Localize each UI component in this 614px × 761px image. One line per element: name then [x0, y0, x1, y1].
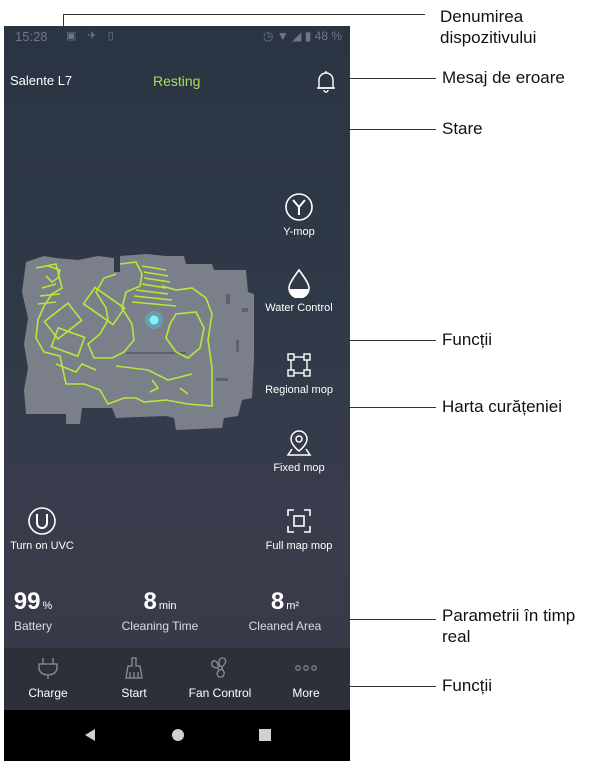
location-pin-icon — [286, 430, 312, 456]
bell-icon[interactable] — [315, 70, 337, 94]
callout-line — [348, 129, 436, 130]
bottom-action-bar: Charge Start Fan Control More — [4, 648, 350, 710]
home-icon[interactable] — [170, 727, 186, 743]
fan-control-label: Fan Control — [188, 686, 252, 700]
ymop-icon — [285, 193, 313, 221]
uvc-label: Turn on UVC — [10, 540, 74, 552]
status-time: 15:28 — [15, 29, 48, 44]
status-right: ◷ ▼ ◢ ▮ 48 % — [263, 29, 342, 43]
more-button[interactable]: More — [266, 656, 346, 700]
callout-line — [338, 78, 436, 79]
stat-value: 8 — [270, 588, 285, 615]
fixed-mop-label: Fixed mop — [273, 462, 325, 474]
water-drop-icon — [288, 268, 310, 298]
callout-line — [63, 14, 64, 34]
regional-mop-icon — [287, 353, 311, 377]
ymop-label: Y-mop — [283, 226, 315, 238]
device-name[interactable]: Salente L7 — [10, 73, 72, 88]
callout-line — [348, 619, 436, 620]
water-control-button[interactable]: Water Control — [254, 268, 344, 314]
annotation-functions-top: Funcții — [442, 330, 493, 349]
wifi-icon: ▼ — [276, 29, 289, 43]
full-map-mop-label: Full map mop — [265, 540, 333, 552]
device-state: Resting — [153, 73, 201, 89]
stat-battery: 99% Battery — [4, 588, 88, 633]
stat-unit: m² — [286, 600, 300, 612]
annotation-functions-bottom: Funcții — [442, 676, 493, 695]
stat-unit: % — [42, 600, 53, 612]
fan-control-button[interactable]: Fan Control — [180, 656, 260, 700]
recents-icon[interactable] — [257, 727, 273, 743]
app-screen: 15:28 ▣ ✈ ▯ ◷ ▼ ◢ ▮ 48 % Salente L7 Rest… — [4, 26, 350, 761]
callout-line — [348, 686, 436, 687]
alarm-icon: ◷ — [263, 29, 274, 43]
fixed-mop-button[interactable]: Fixed mop — [254, 428, 344, 474]
start-label: Start — [121, 686, 147, 700]
battery-icon: ▮ — [304, 29, 312, 43]
back-icon[interactable] — [82, 727, 98, 743]
stat-unit: min — [158, 600, 177, 612]
stat-label: Battery — [13, 619, 52, 633]
broom-icon — [125, 657, 143, 679]
uvc-button[interactable]: Turn on UVC — [4, 506, 82, 552]
stat-label: Cleaned Area — [248, 619, 322, 633]
regional-mop-button[interactable]: Regional mop — [254, 350, 344, 396]
callout-line — [348, 340, 436, 341]
regional-mop-label: Regional mop — [265, 384, 333, 396]
annotation-device-name: Denumirea dispozitivului — [440, 7, 537, 47]
status-bar: 15:28 ▣ ✈ ▯ ◷ ▼ ◢ ▮ 48 % — [4, 26, 350, 48]
uvc-icon — [28, 507, 56, 535]
annotation-state: Stare — [442, 119, 483, 138]
more-dots-icon — [295, 665, 317, 671]
annotation-realtime: Parametrii în timp real — [442, 606, 576, 646]
ymop-button[interactable]: Y-mop — [254, 192, 344, 238]
stat-cleaning-time: 8 min Cleaning Time — [105, 588, 215, 633]
stat-cleaned-area: 8 m² Cleaned Area — [230, 588, 340, 633]
charge-button[interactable]: Charge — [8, 656, 88, 700]
system-nav-bar — [4, 710, 350, 761]
fan-icon — [211, 657, 227, 678]
callout-line — [63, 14, 425, 15]
battery-percent: 48 % — [314, 29, 342, 43]
callout-line — [348, 407, 436, 408]
stat-value: 8 — [143, 588, 157, 615]
notification-icons: ▣ ✈ ▯ — [66, 30, 118, 42]
start-button[interactable]: Start — [94, 656, 174, 700]
water-control-label: Water Control — [265, 302, 333, 314]
signal-icon: ◢ — [292, 29, 302, 43]
plug-icon — [38, 658, 58, 679]
full-map-mop-button[interactable]: Full map mop — [254, 506, 344, 552]
charge-label: Charge — [28, 686, 68, 700]
cleaning-map[interactable] — [16, 248, 266, 434]
stat-value: 99 — [13, 588, 41, 615]
annotation-error-message: Mesaj de eroare — [442, 68, 565, 87]
full-map-icon — [287, 509, 311, 533]
more-label: More — [292, 686, 320, 700]
annotation-map: Harta curățeniei — [442, 397, 563, 416]
stat-label: Cleaning Time — [121, 619, 199, 633]
